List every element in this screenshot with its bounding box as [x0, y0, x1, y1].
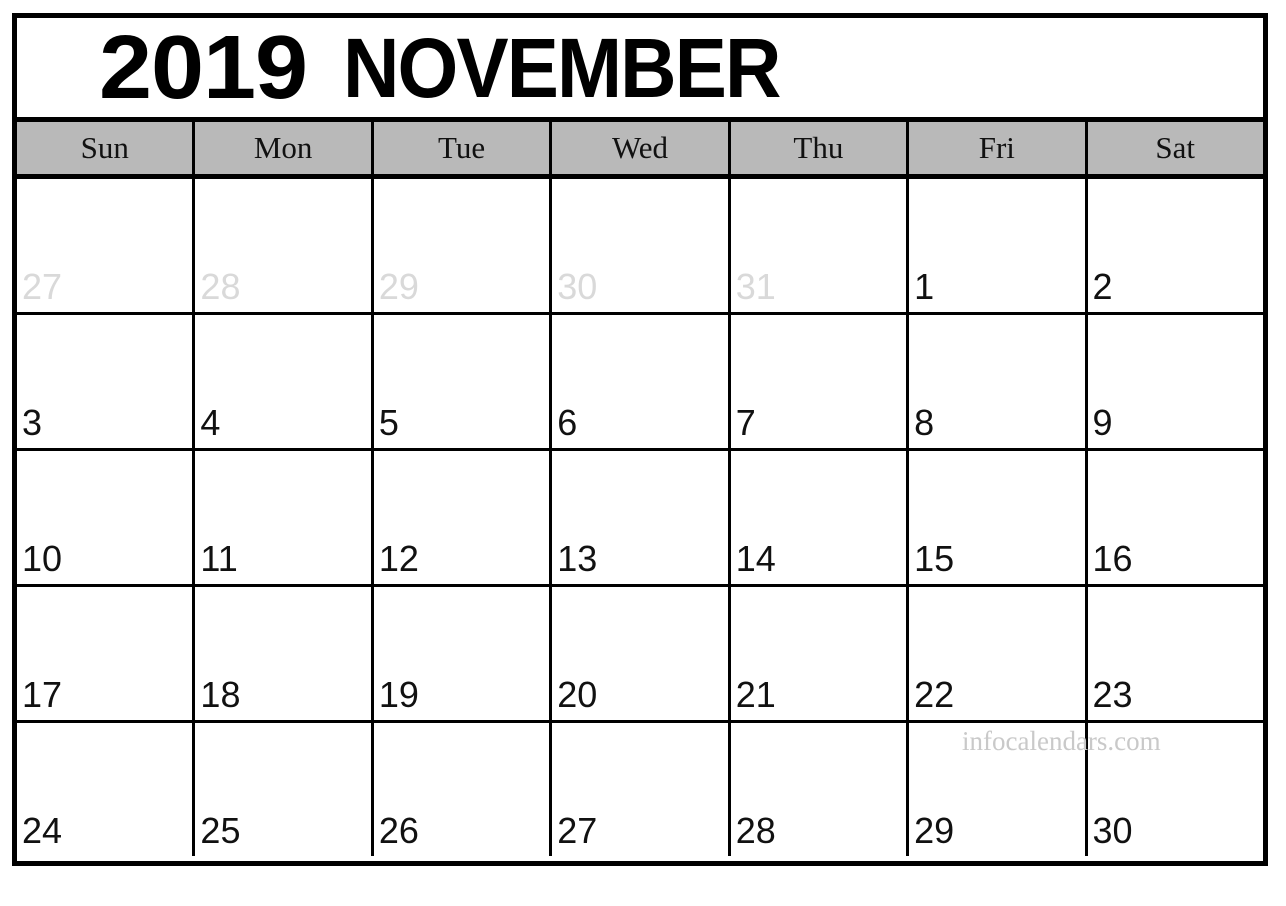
day-cell[interactable]: 7: [730, 315, 910, 448]
calendar-title-bar: 2019 NOVEMBER: [17, 18, 1263, 122]
day-cell[interactable]: 21: [730, 587, 910, 720]
day-number: 16: [1092, 538, 1133, 579]
day-cell[interactable]: 22: [909, 587, 1088, 720]
day-number: 17: [22, 674, 63, 715]
weekday-header-sat: Sat: [1087, 122, 1263, 174]
day-number: 28: [735, 810, 776, 851]
weekday-header-mon: Mon: [195, 122, 374, 174]
day-cell[interactable]: 30: [552, 179, 731, 312]
day-cell[interactable]: 14: [730, 451, 910, 584]
day-cell[interactable]: 20: [552, 587, 731, 720]
day-cell[interactable]: 26: [373, 723, 553, 856]
calendar-month-title: NOVEMBER: [343, 20, 781, 115]
day-number: 2: [1092, 266, 1113, 307]
day-cell[interactable]: 23: [1087, 587, 1263, 720]
day-number: 18: [200, 674, 241, 715]
day-number: 30: [557, 266, 598, 307]
day-cell[interactable]: 25: [195, 723, 374, 856]
day-number: 9: [1092, 402, 1113, 443]
day-cell[interactable]: 10: [17, 451, 196, 584]
weekday-header-wed: Wed: [552, 122, 731, 174]
day-number: 24: [22, 810, 63, 851]
day-number: 11: [200, 538, 238, 579]
day-cell[interactable]: 15: [909, 451, 1088, 584]
day-cell[interactable]: 17: [17, 587, 196, 720]
day-cell[interactable]: 6: [552, 315, 731, 448]
day-number: 26: [378, 810, 419, 851]
day-number: 28: [200, 266, 241, 307]
day-number: 4: [200, 402, 221, 443]
weekday-label: Thu: [793, 130, 844, 165]
day-number: 19: [378, 674, 419, 715]
day-number: 23: [1092, 674, 1133, 715]
day-number: 29: [914, 810, 955, 851]
day-number: 21: [735, 674, 776, 715]
day-number: 6: [557, 402, 578, 443]
day-cell[interactable]: 28: [195, 179, 374, 312]
week-row: 27 28 29 30 31 1 2: [17, 179, 1263, 315]
day-number: 31: [735, 266, 776, 307]
day-cell[interactable]: 16: [1087, 451, 1263, 584]
day-cell[interactable]: 5: [373, 315, 553, 448]
day-cell[interactable]: 18: [195, 587, 374, 720]
day-number: 13: [557, 538, 598, 579]
day-number: 1: [914, 266, 935, 307]
day-cell[interactable]: 11: [195, 451, 374, 584]
day-cell[interactable]: 9: [1087, 315, 1263, 448]
day-cell[interactable]: 31: [730, 179, 910, 312]
day-cell[interactable]: 19: [373, 587, 553, 720]
day-cell[interactable]: 29: [373, 179, 553, 312]
weekday-label: Wed: [611, 130, 668, 165]
weekday-label: Sat: [1155, 130, 1196, 165]
day-number: 10: [22, 538, 63, 579]
day-number: 25: [200, 810, 241, 851]
weekday-label: Fri: [978, 130, 1015, 165]
day-number: 30: [1092, 810, 1133, 851]
date-grid: 27 28 29 30 31 1 2 3 4 5 6 7 8 9 10 11 12 13 14 15 16 17 18 19 2…: [17, 179, 1263, 856]
week-row: 3 4 5 6 7 8 9: [17, 315, 1263, 451]
day-cell[interactable]: 27: [552, 723, 731, 856]
day-number: 12: [378, 538, 419, 579]
day-number: 27: [557, 810, 598, 851]
day-cell[interactable]: 13: [552, 451, 731, 584]
day-number: 14: [735, 538, 776, 579]
weekday-label: Mon: [253, 130, 313, 165]
weekday-header-thu: Thu: [730, 122, 910, 174]
day-number: 3: [22, 402, 43, 443]
day-cell[interactable]: 4: [195, 315, 374, 448]
day-number: 27: [22, 266, 63, 307]
week-row: 24 25 26 27 28 29 30: [17, 723, 1263, 856]
day-number: 7: [735, 402, 756, 443]
day-number: 22: [914, 674, 955, 715]
day-cell[interactable]: 29: [909, 723, 1088, 856]
weekday-label: Sun: [80, 130, 129, 165]
day-number: 29: [378, 266, 419, 307]
weekday-header-row: Sun Mon Tue Wed Thu Fri Sat: [17, 122, 1263, 179]
day-number: 20: [557, 674, 598, 715]
day-cell[interactable]: 27: [17, 179, 196, 312]
calendar: 2019 NOVEMBER Sun Mon Tue Wed Thu Fri Sat 27 28…: [12, 13, 1268, 866]
week-row: 10 11 12 13 14 15 16: [17, 451, 1263, 587]
weekday-header-sun: Sun: [17, 122, 196, 174]
day-cell[interactable]: 30: [1087, 723, 1263, 856]
day-cell[interactable]: 12: [373, 451, 553, 584]
day-cell[interactable]: 2: [1087, 179, 1263, 312]
day-number: 8: [914, 402, 935, 443]
weekday-header-fri: Fri: [909, 122, 1088, 174]
day-cell[interactable]: 24: [17, 723, 196, 856]
weekday-header-tue: Tue: [373, 122, 553, 174]
day-number: 15: [914, 538, 955, 579]
calendar-year-title: 2019: [99, 18, 308, 118]
day-number: 5: [378, 402, 399, 443]
weekday-label: Tue: [438, 130, 486, 165]
day-cell[interactable]: 1: [909, 179, 1088, 312]
day-cell[interactable]: 8: [909, 315, 1088, 448]
day-cell[interactable]: 3: [17, 315, 196, 448]
day-cell[interactable]: 28: [730, 723, 910, 856]
week-row: 17 18 19 20 21 22 23: [17, 587, 1263, 723]
